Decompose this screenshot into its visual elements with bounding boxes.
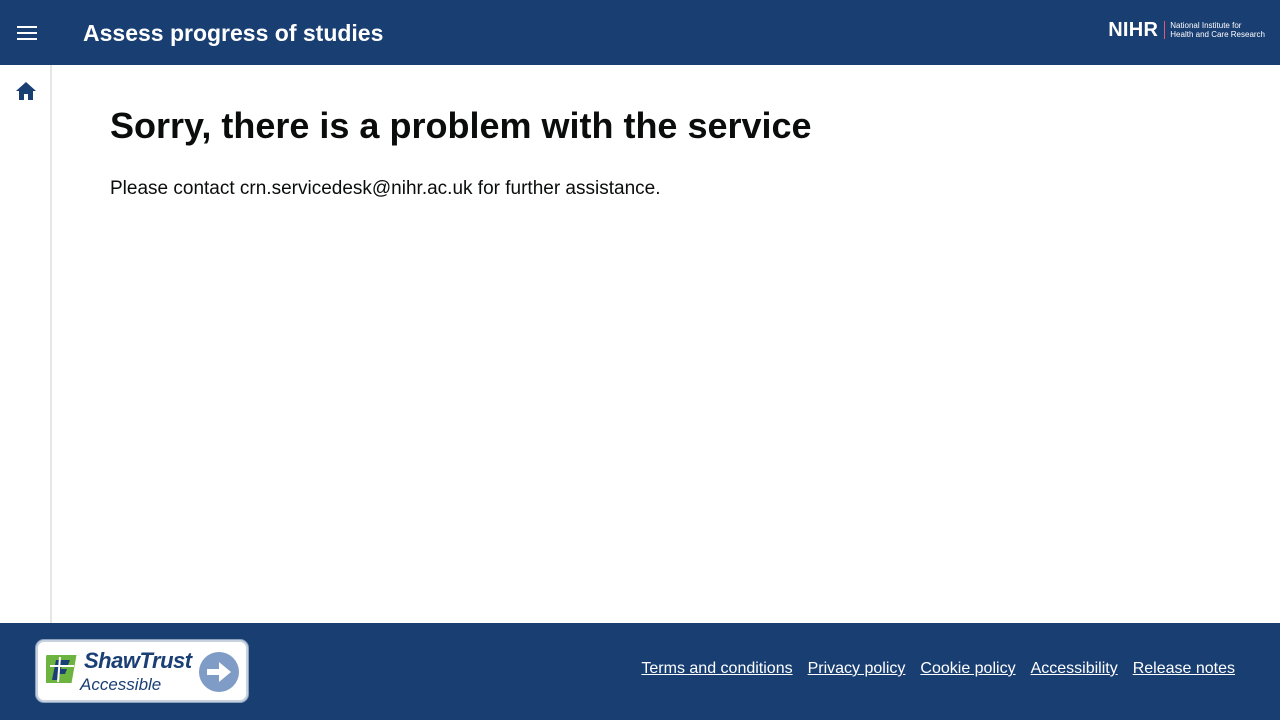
shaw-trust-name: ShawTrust xyxy=(84,648,192,673)
hamburger-menu-icon xyxy=(17,26,37,40)
nihr-logo-text: National Institute for Health and Care R… xyxy=(1170,21,1265,39)
nihr-logo-mark: NIHR xyxy=(1108,18,1159,41)
footer-link-cookies[interactable]: Cookie policy xyxy=(920,658,1015,680)
error-message: Please contact crn.servicedesk@nihr.ac.u… xyxy=(110,178,661,199)
nihr-logo-line2: Health and Care Research xyxy=(1170,30,1265,39)
footer-link-privacy[interactable]: Privacy policy xyxy=(808,658,906,680)
shaw-trust-logo-icon xyxy=(46,655,77,683)
menu-button[interactable] xyxy=(10,16,44,50)
home-link[interactable] xyxy=(13,79,39,103)
main-content: Sorry, there is a problem with the servi… xyxy=(52,65,1280,623)
footer-link-accessibility[interactable]: Accessibility xyxy=(1031,658,1118,680)
page-title: Sorry, there is a problem with the servi… xyxy=(110,105,812,146)
site-footer: ShawTrust Accessible Terms and condition… xyxy=(0,623,1280,720)
footer-link-release-notes[interactable]: Release notes xyxy=(1133,658,1235,680)
shaw-trust-accessible-badge[interactable]: ShawTrust Accessible xyxy=(36,640,248,702)
shaw-trust-sub: Accessible xyxy=(80,675,162,694)
nihr-logo[interactable]: NIHR National Institute for Health and C… xyxy=(1108,19,1265,41)
footer-link-terms[interactable]: Terms and conditions xyxy=(641,658,792,680)
nihr-logo-line1: National Institute for xyxy=(1170,21,1242,30)
nihr-logo-divider xyxy=(1164,21,1166,39)
site-header: Assess progress of studies NIHR National… xyxy=(0,0,1280,65)
footer-links: Terms and conditions Privacy policy Cook… xyxy=(641,658,1235,680)
app-title: Assess progress of studies xyxy=(83,20,384,46)
home-icon xyxy=(16,82,36,100)
side-navigation xyxy=(0,65,52,623)
arrow-right-icon xyxy=(199,652,239,692)
